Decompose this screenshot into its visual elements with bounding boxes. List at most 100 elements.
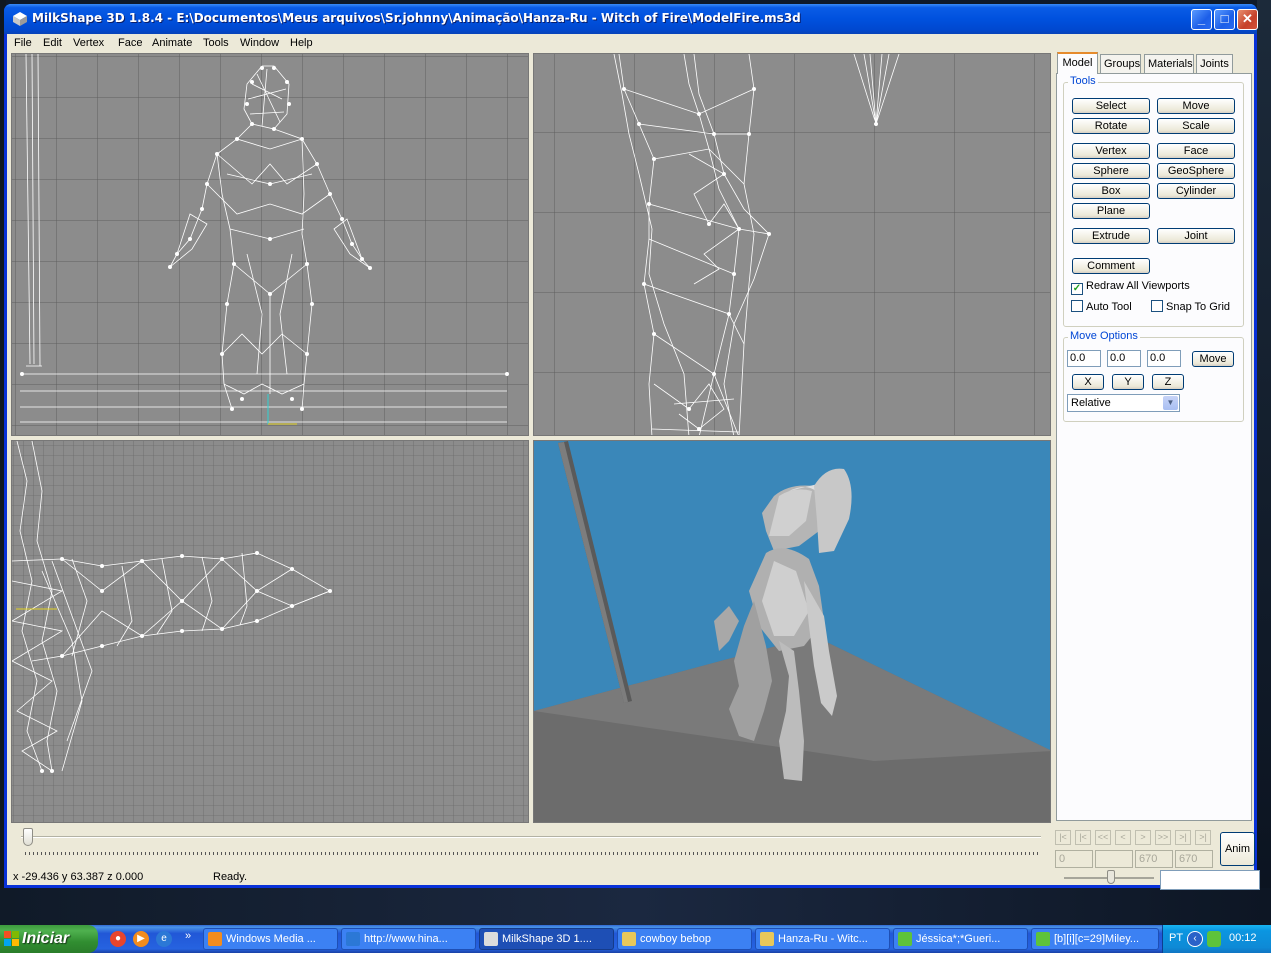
snap-to-grid-label: Snap To Grid: [1166, 301, 1231, 313]
menu-edit[interactable]: Edit: [43, 37, 62, 49]
desktop-edge: [1257, 0, 1271, 925]
joint-button[interactable]: Joint: [1157, 228, 1235, 244]
rewind-button[interactable]: <<: [1095, 830, 1111, 845]
task-messenger-jessica[interactable]: Jéssica*;*Gueri...: [893, 928, 1028, 950]
menu-face[interactable]: Face: [118, 37, 142, 49]
move-y-field[interactable]: 0.0: [1107, 350, 1141, 367]
axis-z-button[interactable]: Z: [1152, 374, 1184, 390]
last-frame-button[interactable]: >|: [1195, 830, 1211, 845]
start-label: Iniciar: [22, 930, 70, 947]
task-windows-media[interactable]: Windows Media ...: [203, 928, 338, 950]
menu-bar: File Edit Vertex Face Animate Tools Wind…: [7, 34, 1254, 54]
geosphere-button[interactable]: GeoSphere: [1157, 163, 1235, 179]
redraw-all-checkbox[interactable]: ✓ Redraw All Viewports: [1071, 280, 1190, 295]
media-player-icon[interactable]: ▶: [133, 931, 149, 947]
move-mode-select[interactable]: Relative ▼: [1067, 394, 1180, 412]
viewport-top[interactable]: [11, 440, 529, 823]
prev-frame-button[interactable]: <: [1115, 830, 1131, 845]
show-hidden-icons-icon[interactable]: ‹: [1187, 931, 1203, 947]
snap-to-grid-checkbox[interactable]: Snap To Grid: [1151, 300, 1230, 313]
select-button[interactable]: Select: [1072, 98, 1150, 114]
frame-field-blank[interactable]: [1095, 850, 1133, 868]
tools-group-label: Tools: [1068, 75, 1098, 87]
comment-button[interactable]: Comment: [1072, 258, 1150, 274]
menu-animate[interactable]: Animate: [152, 37, 192, 49]
status-message: Ready.: [213, 871, 248, 883]
cylinder-button[interactable]: Cylinder: [1157, 183, 1235, 199]
face-button[interactable]: Face: [1157, 143, 1235, 159]
desktop-background: [0, 888, 1271, 925]
milkshape-app-icon: [484, 932, 498, 946]
language-indicator[interactable]: PT: [1169, 932, 1183, 944]
sphere-button[interactable]: Sphere: [1072, 163, 1150, 179]
task-cowboy-bebop[interactable]: cowboy bebop: [617, 928, 752, 950]
move-apply-button[interactable]: Move: [1192, 351, 1234, 367]
rotate-button[interactable]: Rotate: [1072, 118, 1150, 134]
viewport-side[interactable]: [533, 53, 1051, 436]
prev-key-button[interactable]: |<: [1075, 830, 1091, 845]
check-icon: ✓: [1071, 283, 1083, 295]
model-tab-panel: Tools Select Move Rotate Scale Vertex Fa…: [1056, 73, 1252, 821]
box-button[interactable]: Box: [1072, 183, 1150, 199]
zoom-slider-thumb[interactable]: [1107, 870, 1115, 884]
total-frames-field[interactable]: 670: [1175, 850, 1213, 868]
chrome-icon[interactable]: ●: [110, 931, 126, 947]
move-options-group: Move Options 0.0 0.0 0.0 Move X Y Z Rela…: [1063, 330, 1244, 422]
anim-button[interactable]: Anim: [1220, 832, 1255, 866]
tools-group: Tools Select Move Rotate Scale Vertex Fa…: [1063, 75, 1244, 327]
task-milkshape[interactable]: MilkShape 3D 1....: [479, 928, 614, 950]
tab-materials[interactable]: Materials: [1144, 54, 1194, 73]
fast-forward-button[interactable]: >>: [1155, 830, 1171, 845]
quick-launch-more[interactable]: »: [180, 928, 196, 944]
milkshape-window: MilkShape 3D 1.8.4 - E:\Documentos\Meus …: [4, 4, 1260, 890]
auto-tool-checkbox[interactable]: Auto Tool: [1071, 300, 1132, 313]
task-hanza-ru[interactable]: Hanza-Ru - Witc...: [755, 928, 890, 950]
menu-window[interactable]: Window: [240, 37, 279, 49]
menu-tools[interactable]: Tools: [203, 37, 229, 49]
minimize-button[interactable]: _: [1191, 9, 1212, 30]
next-key-button[interactable]: >|: [1175, 830, 1191, 845]
next-frame-button[interactable]: >: [1135, 830, 1151, 845]
taskbar: Iniciar ● ▶ e » Windows Media ... http:/…: [0, 925, 1271, 953]
axis-y-button[interactable]: Y: [1112, 374, 1144, 390]
menu-file[interactable]: File: [14, 37, 32, 49]
messenger-icon: [898, 932, 912, 946]
clock[interactable]: 00:12: [1229, 932, 1257, 944]
first-frame-button[interactable]: |<: [1055, 830, 1071, 845]
frame-count-field[interactable]: 670: [1135, 850, 1173, 868]
move-x-field[interactable]: 0.0: [1067, 350, 1101, 367]
tab-joints[interactable]: Joints: [1196, 54, 1233, 73]
move-z-field[interactable]: 0.0: [1147, 350, 1181, 367]
move-mode-value: Relative: [1071, 397, 1111, 409]
tab-groups[interactable]: Groups: [1100, 54, 1141, 73]
internet-explorer-icon[interactable]: e: [156, 931, 172, 947]
chevron-down-icon[interactable]: ▼: [1163, 396, 1178, 410]
animation-timeline[interactable]: [11, 826, 1046, 862]
title-bar[interactable]: MilkShape 3D 1.8.4 - E:\Documentos\Meus …: [4, 4, 1258, 34]
internet-explorer-icon: [346, 932, 360, 946]
task-messenger-miley[interactable]: [b][i][c=29]Miley...: [1031, 928, 1159, 950]
task-browser[interactable]: http://www.hina...: [341, 928, 476, 950]
folder-icon: [622, 932, 636, 946]
axis-x-button[interactable]: X: [1072, 374, 1104, 390]
maximize-button[interactable]: □: [1214, 9, 1235, 30]
auto-tool-label: Auto Tool: [1086, 301, 1132, 313]
viewport-front[interactable]: [11, 53, 529, 436]
tab-model[interactable]: Model: [1057, 52, 1098, 74]
vertex-button[interactable]: Vertex: [1072, 143, 1150, 159]
timeline-slider-thumb[interactable]: [23, 828, 33, 846]
media-player-icon: [208, 932, 222, 946]
messenger-tray-icon[interactable]: [1207, 931, 1221, 947]
scale-button[interactable]: Scale: [1157, 118, 1235, 134]
menu-vertex[interactable]: Vertex: [73, 37, 104, 49]
menu-help[interactable]: Help: [290, 37, 313, 49]
cursor-coordinates: x -29.436 y 63.387 z 0.000: [13, 871, 144, 883]
close-button[interactable]: ✕: [1237, 9, 1258, 30]
viewport-3d[interactable]: [533, 440, 1051, 823]
current-frame-field[interactable]: 0: [1055, 850, 1093, 868]
plane-button[interactable]: Plane: [1072, 203, 1150, 219]
start-button[interactable]: Iniciar: [0, 925, 98, 953]
move-button[interactable]: Move: [1157, 98, 1235, 114]
extrude-button[interactable]: Extrude: [1072, 228, 1150, 244]
status-input-field[interactable]: [1160, 870, 1260, 890]
